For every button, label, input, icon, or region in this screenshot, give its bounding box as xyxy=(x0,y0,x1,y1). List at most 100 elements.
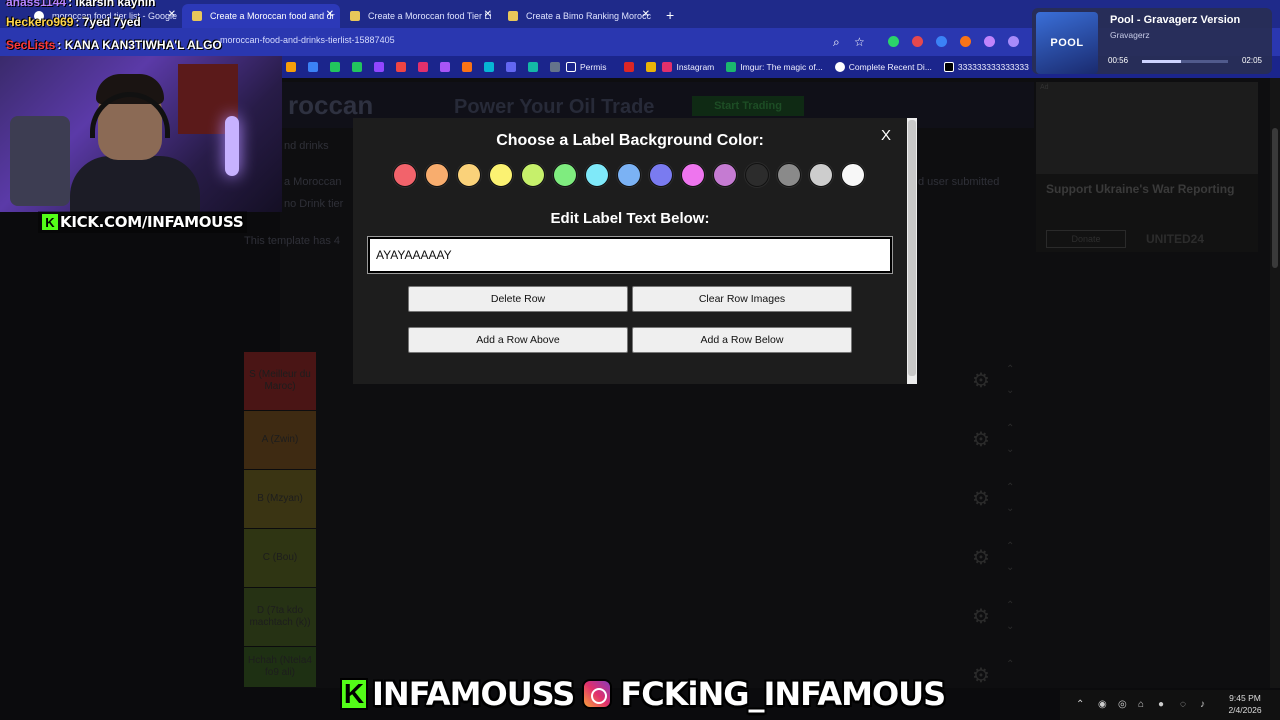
tier-label[interactable]: D (7ta kdo machtach (k)) xyxy=(244,588,316,646)
tab-close-icon[interactable]: ✕ xyxy=(168,9,176,20)
bookmark-icon[interactable] xyxy=(528,62,538,72)
chevron-up-icon[interactable]: ⌃ xyxy=(1076,699,1084,710)
extension-icon[interactable] xyxy=(912,36,923,47)
modal-scrollbar[interactable] xyxy=(908,120,916,376)
row-move-down-icon[interactable]: ⌄ xyxy=(1006,622,1018,632)
color-swatch[interactable] xyxy=(617,163,641,187)
volume-icon[interactable]: ♪ xyxy=(1200,699,1205,710)
tier-label[interactable]: C (Bou) xyxy=(244,529,316,587)
clock-date[interactable]: 2/4/2026 xyxy=(1220,705,1270,715)
tab-label: moroccan food tier list - Google xyxy=(52,11,178,21)
bookmark-icon[interactable] xyxy=(374,62,384,72)
scrollbar-thumb[interactable] xyxy=(1272,128,1278,268)
bookmark-folder[interactable]: Permis xyxy=(566,62,606,72)
clock-time[interactable]: 9:45 PM xyxy=(1220,693,1270,703)
color-swatch[interactable] xyxy=(777,163,801,187)
tier-label[interactable]: A (Zwin) xyxy=(244,411,316,469)
row-move-up-icon[interactable]: ⌃ xyxy=(1006,660,1018,670)
color-swatch[interactable] xyxy=(713,163,737,187)
bookmark-icon[interactable] xyxy=(418,62,428,72)
row-move-down-icon[interactable]: ⌄ xyxy=(1006,445,1018,455)
bookmark-icon[interactable] xyxy=(624,62,635,72)
color-swatch[interactable] xyxy=(681,163,705,187)
add-row-below-button[interactable]: Add a Row Below xyxy=(632,327,852,353)
row-move-up-icon[interactable]: ⌃ xyxy=(1006,424,1018,434)
tab-favicon-icon xyxy=(192,11,202,21)
tier-label[interactable]: Hchah (Ntela4 fo9 ali) xyxy=(244,647,316,687)
bookmark-icon[interactable] xyxy=(396,62,406,72)
row-move-up-icon[interactable]: ⌃ xyxy=(1006,365,1018,375)
extension-icon[interactable] xyxy=(960,36,971,47)
row-move-up-icon[interactable]: ⌃ xyxy=(1006,483,1018,493)
network-icon[interactable]: ⌂ xyxy=(1138,699,1144,710)
bookmark-x[interactable]: 333333333333333 xyxy=(943,62,1029,72)
close-icon[interactable]: X xyxy=(881,127,891,144)
extension-icon[interactable] xyxy=(936,36,947,47)
row-settings-gear-icon[interactable]: ⚙ xyxy=(972,548,992,568)
color-swatch[interactable] xyxy=(585,163,609,187)
zoom-icon[interactable]: ⌕ xyxy=(833,35,840,50)
bookmark-icon[interactable] xyxy=(286,62,296,72)
row-settings-gear-icon[interactable]: ⚙ xyxy=(972,666,992,686)
kick-logo-icon: K xyxy=(42,214,58,230)
extension-icon[interactable] xyxy=(888,36,899,47)
bookmark-icon[interactable] xyxy=(646,62,657,72)
bookmark-icon[interactable] xyxy=(440,62,450,72)
row-move-down-icon[interactable]: ⌄ xyxy=(1006,504,1018,514)
mic-icon[interactable]: ● xyxy=(1158,699,1164,710)
bookmark-icon[interactable] xyxy=(462,62,472,72)
color-swatch[interactable] xyxy=(457,163,481,187)
add-row-above-button[interactable]: Add a Row Above xyxy=(408,327,628,353)
wifi-icon[interactable]: ◌ xyxy=(1180,699,1186,710)
row-settings-gear-icon[interactable]: ⚙ xyxy=(972,489,992,509)
bookmark-icon[interactable] xyxy=(352,62,362,72)
color-swatch[interactable] xyxy=(393,163,417,187)
tier-label[interactable]: S (Meilleur du Maroc) xyxy=(244,352,316,410)
bookmark-icon[interactable] xyxy=(550,62,560,72)
color-swatch[interactable] xyxy=(809,163,833,187)
bookmark-instagram[interactable]: Instagram xyxy=(662,62,714,72)
folder-icon xyxy=(566,62,576,72)
color-swatch[interactable] xyxy=(425,163,449,187)
row-settings-gear-icon[interactable]: ⚙ xyxy=(972,371,992,391)
extension-icon[interactable] xyxy=(1008,36,1019,47)
tray-app-icon[interactable]: ◉ xyxy=(1098,699,1107,710)
color-swatch[interactable] xyxy=(489,163,513,187)
bookmark-star-icon[interactable]: ☆ xyxy=(854,35,865,49)
color-swatch[interactable] xyxy=(841,163,865,187)
row-move-down-icon[interactable]: ⌄ xyxy=(1006,563,1018,573)
bookmark-icon[interactable] xyxy=(506,62,516,72)
bookmark-github[interactable]: Complete Recent Di... xyxy=(834,62,932,72)
url-field[interactable]: moroccan-food-and-drinks-tierlist-158874… xyxy=(220,35,395,45)
new-tab-button[interactable]: + xyxy=(666,7,674,23)
color-swatch[interactable] xyxy=(553,163,577,187)
bookmark-label: 333333333333333 xyxy=(957,62,1029,72)
tier-label[interactable]: B (Mzyan) xyxy=(244,470,316,528)
bookmark-imgur[interactable]: Imgur: The magic of... xyxy=(726,62,823,72)
color-swatch[interactable] xyxy=(649,163,673,187)
row-settings-gear-icon[interactable]: ⚙ xyxy=(972,430,992,450)
browser-tab[interactable]: Create a Moroccan food Tier Li ✕ xyxy=(340,4,498,28)
color-swatch[interactable] xyxy=(521,163,545,187)
tab-close-icon[interactable]: ✕ xyxy=(484,9,492,20)
bookmark-icon[interactable] xyxy=(484,62,494,72)
row-move-up-icon[interactable]: ⌃ xyxy=(1006,601,1018,611)
tab-close-icon[interactable]: ✕ xyxy=(326,9,334,20)
label-text-input[interactable] xyxy=(367,236,893,274)
page-scrollbar[interactable] xyxy=(1270,78,1280,688)
delete-row-button[interactable]: Delete Row xyxy=(408,286,628,312)
browser-tab-active[interactable]: Create a Moroccan food and dr ✕ xyxy=(182,4,340,28)
clear-row-images-button[interactable]: Clear Row Images xyxy=(632,286,852,312)
bookmark-icon[interactable] xyxy=(330,62,340,72)
extension-icon[interactable] xyxy=(984,36,995,47)
tray-app-icon[interactable]: ◎ xyxy=(1118,699,1127,710)
instagram-username: FCKiNG_INFAMOUS xyxy=(620,675,946,713)
browser-tab[interactable]: moroccan food tier list - Google ✕ xyxy=(24,4,182,28)
color-swatch[interactable] xyxy=(745,163,769,187)
tab-close-icon[interactable]: ✕ xyxy=(642,9,650,20)
row-move-down-icon[interactable]: ⌄ xyxy=(1006,386,1018,396)
row-settings-gear-icon[interactable]: ⚙ xyxy=(972,607,992,627)
bookmark-icon[interactable] xyxy=(308,62,318,72)
row-move-up-icon[interactable]: ⌃ xyxy=(1006,542,1018,552)
browser-tab[interactable]: Create a Bimo Ranking Morocc ✕ xyxy=(498,4,656,28)
